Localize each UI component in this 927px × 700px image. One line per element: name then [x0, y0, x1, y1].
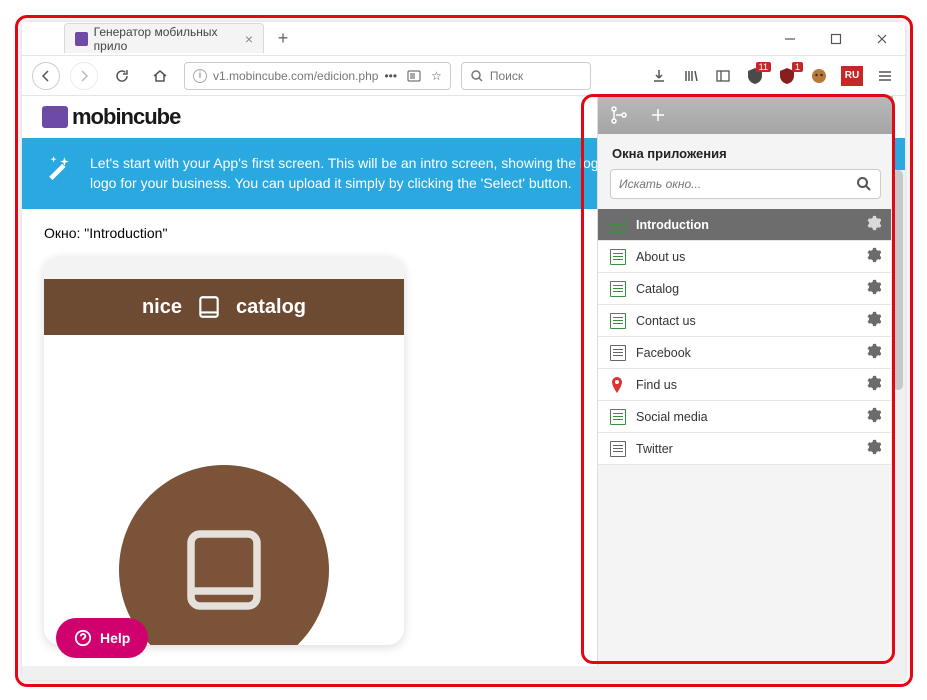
tab-title: Генератор мобильных прило: [94, 25, 239, 53]
screen-item[interactable]: Social media: [598, 401, 893, 433]
reload-button[interactable]: [108, 62, 136, 90]
tab-close-icon[interactable]: ×: [245, 31, 253, 47]
sidebar-icon[interactable]: [713, 66, 733, 86]
page-actions-icon[interactable]: •••: [384, 69, 397, 83]
back-button[interactable]: [32, 62, 60, 90]
screen-label: Catalog: [636, 282, 679, 296]
screen-item[interactable]: Find us: [598, 369, 893, 401]
ublock-badge: 1: [792, 62, 803, 72]
screen-label: Social media: [636, 410, 708, 424]
screen-label: Introduction: [636, 218, 709, 232]
window-minimize-button[interactable]: [767, 23, 813, 55]
phone-statusbar: [44, 257, 404, 279]
gear-icon[interactable]: [865, 215, 881, 234]
gear-icon[interactable]: [865, 311, 881, 330]
search-bar[interactable]: Поиск: [461, 62, 591, 90]
book-icon: [196, 294, 222, 320]
browser-tab[interactable]: Генератор мобильных прило ×: [64, 23, 264, 53]
adblock-badge: 11: [756, 62, 771, 72]
search-placeholder: Поиск: [490, 69, 523, 83]
logo-mark-icon: [42, 106, 68, 128]
phone-header: nice catalog: [44, 279, 404, 335]
gear-icon[interactable]: [865, 375, 881, 394]
book-outline-icon: [179, 525, 269, 615]
new-tab-button[interactable]: +: [270, 25, 296, 51]
window-close-button[interactable]: [859, 23, 905, 55]
ru-extension-icon[interactable]: RU: [841, 66, 863, 86]
library-icon[interactable]: [681, 66, 701, 86]
gear-icon[interactable]: [865, 247, 881, 266]
help-icon: [74, 629, 92, 647]
scroll-thumb[interactable]: [893, 170, 903, 390]
panel-search[interactable]: [610, 169, 881, 199]
pin-icon: [610, 377, 626, 393]
bookmark-star-icon[interactable]: ☆: [431, 69, 442, 83]
gear-icon[interactable]: [865, 279, 881, 298]
hamburger-menu-icon[interactable]: [875, 66, 895, 86]
ublock-icon[interactable]: 1: [777, 66, 797, 86]
panel-search-input[interactable]: [619, 177, 856, 191]
screen-item[interactable]: Facebook: [598, 337, 893, 369]
url-text: v1.mobincube.com/edicion.php: [213, 69, 378, 83]
help-button[interactable]: Help: [56, 618, 148, 658]
forward-button[interactable]: [70, 62, 98, 90]
tree-icon[interactable]: [610, 105, 630, 125]
address-bar[interactable]: i v1.mobincube.com/edicion.php ••• ☆: [184, 62, 451, 90]
phone-preview: nice catalog: [44, 257, 404, 645]
screen-item[interactable]: About us: [598, 241, 893, 273]
page-icon: [610, 249, 626, 265]
gear-icon[interactable]: [865, 407, 881, 426]
reader-icon[interactable]: [407, 69, 421, 83]
wand-icon: [46, 154, 74, 193]
window-label: Окно: "Introduction": [44, 225, 167, 241]
screen-item[interactable]: Catalog: [598, 273, 893, 305]
screen-label: Find us: [636, 378, 677, 392]
add-screen-icon[interactable]: [648, 105, 668, 125]
screen-item[interactable]: Contact us: [598, 305, 893, 337]
monkey-icon[interactable]: [809, 66, 829, 86]
page-icon: [610, 409, 626, 425]
screen-label: Contact us: [636, 314, 696, 328]
mobincube-logo[interactable]: mobincube: [42, 104, 180, 130]
logo-text: mobincube: [72, 104, 180, 130]
screen-label: Facebook: [636, 346, 691, 360]
tab-favicon: [75, 32, 88, 46]
gear-icon[interactable]: [865, 439, 881, 458]
page-icon: [610, 217, 626, 233]
phone-logo-circle[interactable]: [119, 465, 329, 645]
adblock-icon[interactable]: 11: [745, 66, 765, 86]
page-icon: [610, 345, 626, 361]
search-icon[interactable]: [856, 176, 872, 192]
panel-title: Окна приложения: [598, 134, 893, 169]
screen-label: Twitter: [636, 442, 673, 456]
site-info-icon[interactable]: i: [193, 69, 207, 83]
home-button[interactable]: [146, 62, 174, 90]
screen-item[interactable]: Introduction: [598, 209, 893, 241]
window-titlebar: Генератор мобильных прило × +: [22, 22, 905, 56]
window-maximize-button[interactable]: [813, 23, 859, 55]
gear-icon[interactable]: [865, 343, 881, 362]
screen-item[interactable]: Twitter: [598, 433, 893, 465]
horizontal-scrollbar[interactable]: [22, 666, 891, 680]
windows-panel: Окна приложения Introduction About us Cata…: [597, 96, 893, 668]
page-icon: [610, 441, 626, 457]
screen-label: About us: [636, 250, 685, 264]
page-icon: [610, 313, 626, 329]
vertical-scrollbar[interactable]: [891, 170, 905, 680]
browser-toolbar: i v1.mobincube.com/edicion.php ••• ☆ Пои…: [22, 56, 905, 96]
downloads-icon[interactable]: [649, 66, 669, 86]
search-icon: [470, 69, 484, 83]
page-icon: [610, 281, 626, 297]
